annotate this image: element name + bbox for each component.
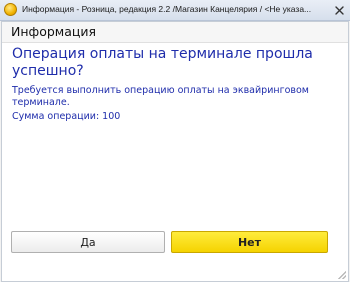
1c-enterprise-icon <box>4 3 17 16</box>
operation-amount-text: Сумма операции: 100 <box>12 111 121 122</box>
form-header: Информация <box>2 22 348 43</box>
no-button[interactable]: Нет <box>171 231 328 253</box>
message-text: Требуется выполнить операцию оплаты на э… <box>12 85 309 108</box>
resize-handle[interactable] <box>338 271 346 279</box>
close-button[interactable] <box>332 3 346 17</box>
window-title: Информация - Розница, редакция 2.2 /Мага… <box>22 4 314 14</box>
window-titlebar[interactable]: Информация - Розница, редакция 2.2 /Мага… <box>0 0 350 21</box>
yes-button[interactable]: Да <box>11 231 165 253</box>
close-icon <box>334 5 344 15</box>
dialog-body: Информация Операция оплаты на терминале … <box>1 21 349 282</box>
form-title: Информация <box>11 24 97 39</box>
question-text: Операция оплаты на терминале прошла успе… <box>12 46 313 79</box>
